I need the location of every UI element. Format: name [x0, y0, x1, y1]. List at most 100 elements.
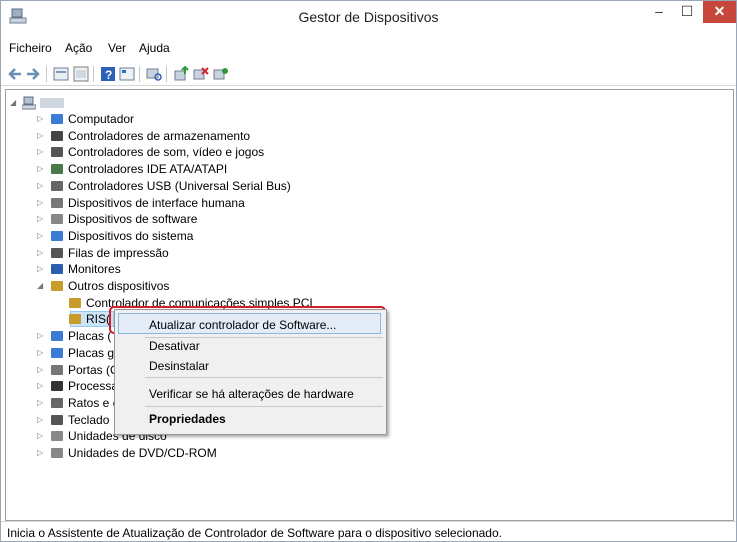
tree-item-label: RIS( [86, 312, 110, 327]
tree-category-item[interactable]: ▷ Dispositivos do sistema [6, 228, 726, 244]
menu-acao[interactable]: Ação [65, 41, 92, 55]
properties-icon[interactable] [53, 66, 69, 82]
expand-arrow-icon[interactable]: ▷ [37, 328, 47, 344]
expand-arrow-icon[interactable]: ▷ [37, 195, 47, 211]
tree-category-item[interactable]: ▷ Controladores de som, vídeo e jogos [6, 144, 726, 160]
tree-category-item[interactable]: ▷ Dispositivos de interface humana [6, 195, 726, 211]
tree-category-item[interactable]: ▷ Controladores de armazenamento [6, 128, 726, 144]
expand-arrow-icon[interactable]: ▷ [37, 445, 47, 461]
expand-arrow-icon[interactable]: ▷ [37, 362, 47, 378]
ctx-uninstall[interactable]: Desinstalar [149, 359, 209, 373]
collapse-arrow-icon[interactable]: ◢ [37, 278, 47, 294]
toolbar-separator [93, 66, 94, 82]
sound-icon [51, 147, 63, 158]
expand-arrow-icon[interactable]: ▷ [37, 412, 47, 428]
computer-icon [22, 96, 36, 110]
menu-separator [145, 406, 383, 407]
expand-arrow-icon[interactable]: ▷ [37, 128, 47, 144]
expand-arrow-icon[interactable]: ▷ [37, 261, 47, 277]
tree-root[interactable]: ◢ [10, 95, 70, 111]
device-view-icon[interactable] [119, 66, 135, 82]
menu-separator [145, 337, 383, 338]
ctx-scan-hardware[interactable]: Verificar se há alterações de hardware [149, 387, 354, 401]
tree-category-item[interactable]: ▷ Controladores IDE ATA/ATAPI [6, 161, 726, 177]
expand-arrow-icon[interactable]: ▷ [37, 228, 47, 244]
expand-arrow-icon[interactable]: ▷ [37, 111, 47, 127]
tree-item-label: Monitores [68, 262, 121, 277]
status-text: Inicia o Assistente de Atualização de Co… [7, 526, 502, 540]
tree-item-label: Outros dispositivos [68, 279, 170, 293]
tree-category-item[interactable]: ▷ Computador [6, 111, 726, 127]
hid-icon [51, 197, 63, 208]
tree-item-label: Controladores de armazenamento [68, 128, 251, 143]
keyboard-icon [51, 414, 63, 425]
tree-category-item[interactable]: ▷ Monitores [6, 261, 726, 277]
window-title: Gestor de Dispositivos [298, 9, 439, 25]
tree-item-label: Dispositivos do sistema [68, 228, 194, 243]
tree-category-item[interactable]: ▷ Unidades de DVD/CD-ROM [6, 445, 726, 461]
back-icon[interactable] [7, 66, 23, 82]
tree-item-label: Placas g [68, 345, 115, 360]
help-icon[interactable]: ? [100, 66, 116, 82]
uninstall-icon[interactable] [193, 66, 209, 82]
processor-icon [51, 381, 63, 392]
expand-arrow-icon[interactable]: ▷ [37, 395, 47, 411]
tree-item-label: Controladores USB (Universal Serial Bus) [68, 178, 291, 193]
ctx-properties[interactable]: Propriedades [149, 412, 226, 426]
tree-item-label: Filas de impressão [68, 245, 169, 260]
dvd-icon [51, 448, 63, 458]
printer-icon [51, 247, 63, 258]
tree-item-label: Dispositivos de interface humana [68, 195, 245, 210]
disk-icon [51, 431, 63, 442]
tree-item-label: Processa [68, 379, 119, 394]
port-icon [51, 364, 63, 375]
forward-icon[interactable] [25, 66, 41, 82]
scan-hardware-icon[interactable] [146, 66, 162, 82]
expand-arrow-icon[interactable]: ▷ [37, 345, 47, 361]
tree-category-item[interactable]: ◢ Outros dispositivos [6, 278, 726, 294]
tree-item-label: Ratos e c [68, 395, 119, 410]
toolbar: ? [1, 61, 736, 86]
software-device-icon [51, 214, 63, 225]
display-adapter-icon [51, 347, 63, 358]
minimize-button[interactable]: – [645, 1, 673, 23]
monitor-icon [51, 264, 63, 275]
storage-controller-icon [51, 130, 63, 141]
toolbar-separator [46, 66, 47, 82]
device-tree[interactable]: ◢ ▷ Computador ▷ Controladores de armazenam… [5, 89, 734, 521]
ctx-update-driver[interactable]: Atualizar controlador de Software... [149, 318, 336, 332]
expand-arrow-icon[interactable]: ▷ [37, 245, 47, 261]
close-button[interactable]: ✕ [703, 1, 736, 23]
tree-category-item[interactable]: ▷ Dispositivos de software [6, 211, 726, 227]
update-driver-icon[interactable] [173, 66, 189, 82]
svg-text:?: ? [105, 68, 112, 82]
menu-bar: Ficheiro Ação Ver Ajuda [1, 37, 736, 59]
menu-ficheiro[interactable]: Ficheiro [9, 41, 52, 55]
expand-arrow-icon[interactable]: ▷ [37, 378, 47, 394]
unknown-device-icon [51, 281, 63, 291]
toolbar-separator [166, 66, 167, 82]
status-bar: Inicia o Assistente de Atualização de Co… [1, 521, 736, 541]
menu-ver[interactable]: Ver [108, 41, 126, 55]
expand-arrow-icon[interactable]: ▷ [37, 161, 47, 177]
ide-controller-icon [51, 164, 63, 175]
expand-arrow-icon[interactable]: ▷ [37, 428, 47, 444]
tree-item-label: Controladores de som, vídeo e jogos [68, 145, 265, 160]
maximize-button[interactable]: ☐ [673, 1, 701, 23]
tree-category-item[interactable]: ▷ Controladores USB (Universal Serial Bus… [6, 178, 726, 194]
tree-item-label: Dispositivos de software [68, 212, 198, 227]
system-device-icon [51, 230, 63, 241]
view-icon[interactable] [73, 66, 89, 82]
device-manager-window: Gestor de Dispositivos – ☐ ✕ Ficheiro Aç… [0, 0, 737, 542]
tree-category-item[interactable]: ▷ Filas de impressão [6, 245, 726, 261]
expand-arrow-icon[interactable]: ▷ [37, 211, 47, 227]
expand-arrow-icon[interactable]: ▷ [37, 144, 47, 160]
ctx-disable[interactable]: Desativar [149, 339, 200, 353]
menu-separator [145, 377, 383, 378]
enable-icon[interactable] [213, 66, 229, 82]
expand-arrow-icon[interactable]: ▷ [37, 178, 47, 194]
menu-ajuda[interactable]: Ajuda [139, 41, 170, 55]
collapse-arrow-icon[interactable]: ◢ [10, 95, 20, 111]
title-bar[interactable]: Gestor de Dispositivos – ☐ ✕ [1, 1, 736, 34]
warning-device-icon [69, 297, 81, 308]
